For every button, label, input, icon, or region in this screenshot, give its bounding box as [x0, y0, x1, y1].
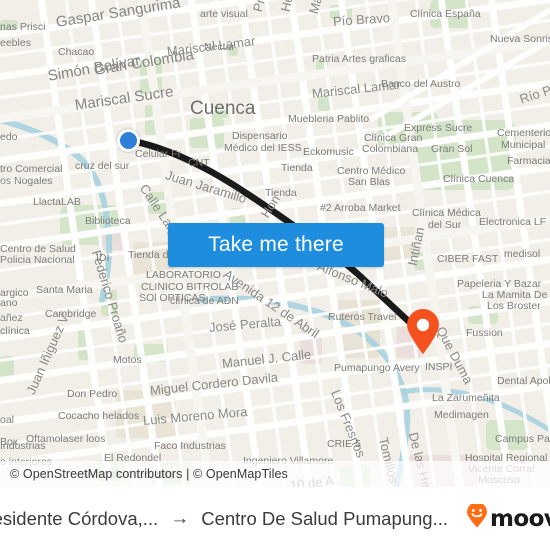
- route-footer-bar: Presidente Córdova,... → Centro De Salud…: [0, 487, 550, 550]
- moovit-route-preview: Gaspar Sangurima arte visual Pío Bravo Clín…: [0, 0, 550, 550]
- moovit-pin-smiley-icon: [466, 502, 488, 533]
- moovit-wordmark: moovit: [490, 505, 550, 532]
- moovit-logo[interactable]: moovit: [466, 502, 550, 533]
- arrow-right-icon: →: [170, 507, 190, 529]
- take-me-there-label: Take me there: [208, 233, 344, 256]
- destination-marker-pin[interactable]: [406, 309, 440, 355]
- footer-origin-label: Presidente Córdova,...: [0, 507, 159, 529]
- attribution-text: © OpenStreetMap contributors | © OpenMap…: [10, 467, 288, 481]
- take-me-there-button[interactable]: Take me there: [168, 223, 384, 267]
- footer-destination-label: Centro De Salud Pumapung...: [201, 507, 449, 529]
- map-attribution: © OpenStreetMap contributors | © OpenMap…: [0, 461, 550, 487]
- origin-marker-dot[interactable]: [117, 129, 140, 152]
